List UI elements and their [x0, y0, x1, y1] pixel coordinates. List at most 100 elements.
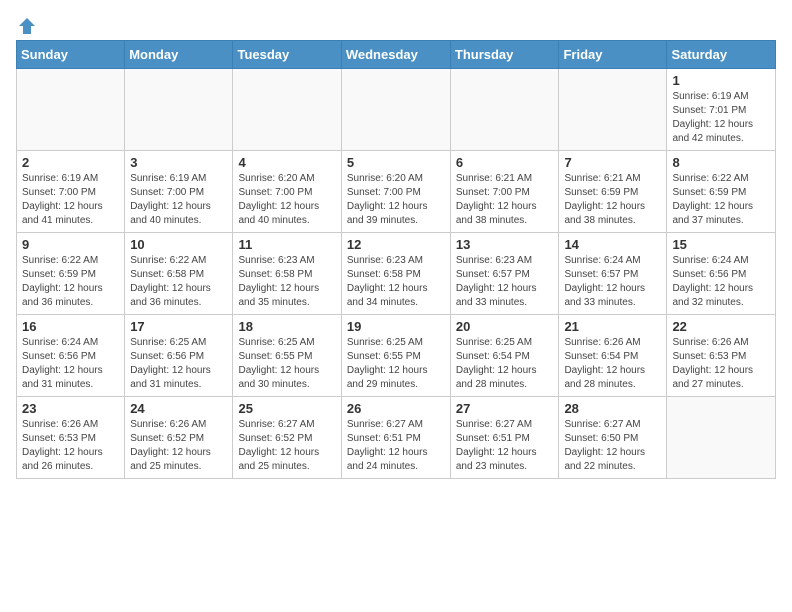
day-info: Sunrise: 6:19 AMSunset: 7:00 PMDaylight:…	[22, 172, 119, 228]
day-info-line: Sunrise: 6:27 AM	[347, 419, 423, 430]
day-info: Sunrise: 6:26 AM Sunset: 6:53 PM Daylight:…	[672, 336, 770, 392]
day-number: 8	[672, 155, 770, 170]
day-info-line: Sunset: 6:57 PM	[456, 269, 530, 280]
day-info: Sunrise: 6:23 AM Sunset: 6:57 PM Daylight:…	[456, 254, 554, 310]
day-info-line: Sunrise: 6:23 AM	[347, 255, 423, 266]
day-number: 18	[238, 319, 335, 334]
day-info-line: Sunset: 6:59 PM	[22, 269, 96, 280]
day-info-line: Daylight: 12 hours and 37 minutes.	[672, 201, 753, 226]
day-info-line: Sunset: 6:53 PM	[672, 351, 746, 362]
day-info-line: Daylight: 12 hours and 27 minutes.	[672, 365, 753, 390]
calendar-empty-cell	[17, 69, 125, 151]
day-number: 28	[564, 401, 661, 416]
day-info-line: Sunset: 6:58 PM	[347, 269, 421, 280]
day-info-line: Daylight: 12 hours and 38 minutes.	[564, 201, 645, 226]
day-info-line: Sunset: 7:00 PM	[347, 187, 421, 198]
day-info: Sunrise: 6:27 AMSunset: 6:52 PMDaylight:…	[238, 418, 335, 474]
calendar-day-12: 12 Sunrise: 6:23 AM Sunset: 6:58 PM Dayligh…	[341, 233, 450, 315]
day-number: 9	[22, 237, 119, 252]
day-info-line: Sunrise: 6:19 AM	[130, 173, 206, 184]
day-info-line: Sunset: 6:55 PM	[347, 351, 421, 362]
day-number: 19	[347, 319, 445, 334]
day-info-line: Daylight: 12 hours and 32 minutes.	[672, 283, 753, 308]
calendar-day-24: 24 Sunrise: 6:26 AMSunset: 6:52 PMDayligh…	[125, 397, 233, 479]
calendar-empty-cell	[667, 397, 776, 479]
day-info-line: Sunset: 6:50 PM	[564, 433, 638, 444]
day-number: 24	[130, 401, 227, 416]
day-info-line: Daylight: 12 hours and 23 minutes.	[456, 447, 537, 472]
day-info-line: Daylight: 12 hours and 36 minutes.	[22, 283, 103, 308]
page-header	[16, 16, 776, 32]
calendar-day-18: 18Sunrise: 6:25 AMSunset: 6:55 PMDayligh…	[233, 315, 341, 397]
day-info-line: Sunrise: 6:25 AM	[456, 337, 532, 348]
calendar-day-20: 20Sunrise: 6:25 AMSunset: 6:54 PMDayligh…	[450, 315, 559, 397]
day-number: 21	[564, 319, 661, 334]
day-info: Sunrise: 6:25 AMSunset: 6:56 PMDaylight:…	[130, 336, 227, 392]
day-info-line: Sunrise: 6:23 AM	[456, 255, 532, 266]
day-info-line: Daylight: 12 hours and 28 minutes.	[564, 365, 645, 390]
day-info: Sunrise: 6:26 AMSunset: 6:54 PMDaylight:…	[564, 336, 661, 392]
calendar-day-2: 2 Sunrise: 6:19 AMSunset: 7:00 PMDaylight…	[17, 151, 125, 233]
calendar-day-28: 28Sunrise: 6:27 AMSunset: 6:50 PMDayligh…	[559, 397, 667, 479]
day-number: 26	[347, 401, 445, 416]
calendar-empty-cell	[233, 69, 341, 151]
day-info-line: Sunrise: 6:27 AM	[238, 419, 314, 430]
calendar-day-22: 22Sunrise: 6:26 AMSunset: 6:53 PMDayligh…	[667, 315, 776, 397]
day-info-line: Daylight: 12 hours and 34 minutes.	[347, 283, 428, 308]
day-info-line: Sunrise: 6:26 AM	[672, 337, 748, 348]
day-number: 15	[672, 237, 770, 252]
calendar-week-row: 9 Sunrise: 6:22 AM Sunset: 6:59 PM Daylight…	[17, 233, 776, 315]
day-info: Sunrise: 6:22 AMSunset: 6:59 PMDaylight:…	[672, 172, 770, 228]
day-info-line: Sunset: 6:56 PM	[130, 351, 204, 362]
day-info-line: Daylight: 12 hours and 38 minutes.	[456, 201, 537, 226]
col-header-friday: Friday	[559, 41, 667, 69]
day-number: 2	[22, 155, 119, 170]
day-info-line: Sunrise: 6:27 AM	[564, 419, 640, 430]
day-number: 4	[238, 155, 335, 170]
day-info-line: Daylight: 12 hours and 25 minutes.	[238, 447, 319, 472]
calendar-header-row: SundayMondayTuesdayWednesdayThursdayFrid…	[17, 41, 776, 69]
day-info: Sunrise: 6:27 AMSunset: 6:51 PMDaylight:…	[347, 418, 445, 474]
calendar-day-1: 1 Sunrise: 6:19 AMSunset: 7:01 PMDaylight…	[667, 69, 776, 151]
day-info-line: Sunrise: 6:20 AM	[347, 173, 423, 184]
day-info: Sunrise: 6:20 AMSunset: 7:00 PMDaylight:…	[347, 172, 445, 228]
day-info-line: Daylight: 12 hours and 30 minutes.	[238, 365, 319, 390]
day-info-line: Sunset: 6:59 PM	[564, 187, 638, 198]
day-info: Sunrise: 6:25 AMSunset: 6:55 PMDaylight:…	[347, 336, 445, 392]
day-info-line: Sunrise: 6:22 AM	[22, 255, 98, 266]
day-info: Sunrise: 6:26 AMSunset: 6:52 PMDaylight:…	[130, 418, 227, 474]
day-info-line: Sunset: 6:54 PM	[456, 351, 530, 362]
day-info: Sunrise: 6:24 AMSunset: 6:57 PMDaylight:…	[564, 254, 661, 310]
day-info-line: Sunrise: 6:26 AM	[130, 419, 206, 430]
col-header-sunday: Sunday	[17, 41, 125, 69]
day-info-line: Daylight: 12 hours and 25 minutes.	[130, 447, 211, 472]
day-info-line: Daylight: 12 hours and 33 minutes.	[456, 283, 537, 308]
calendar-day-7: 7Sunrise: 6:21 AMSunset: 6:59 PMDaylight…	[559, 151, 667, 233]
day-info: Sunrise: 6:27 AMSunset: 6:51 PMDaylight:…	[456, 418, 554, 474]
calendar-day-21: 21 Sunrise: 6:26 AMSunset: 6:54 PMDayligh…	[559, 315, 667, 397]
calendar-empty-cell	[559, 69, 667, 151]
calendar-empty-cell	[125, 69, 233, 151]
day-info-line: Sunrise: 6:23 AM	[238, 255, 314, 266]
day-info: Sunrise: 6:25 AMSunset: 6:54 PMDaylight:…	[456, 336, 554, 392]
day-number: 12	[347, 237, 445, 252]
day-number: 1	[672, 73, 770, 88]
day-number: 17	[130, 319, 227, 334]
day-info-line: Sunrise: 6:24 AM	[672, 255, 748, 266]
calendar-day-6: 6Sunrise: 6:21 AMSunset: 7:00 PMDaylight…	[450, 151, 559, 233]
day-info: Sunrise: 6:20 AMSunset: 7:00 PMDaylight:…	[238, 172, 335, 228]
day-info-line: Daylight: 12 hours and 33 minutes.	[564, 283, 645, 308]
calendar-day-23: 23Sunrise: 6:26 AMSunset: 6:53 PMDayligh…	[17, 397, 125, 479]
day-info-line: Daylight: 12 hours and 35 minutes.	[238, 283, 319, 308]
day-info-line: Sunset: 6:59 PM	[672, 187, 746, 198]
col-header-monday: Monday	[125, 41, 233, 69]
day-info-line: Sunset: 6:56 PM	[22, 351, 96, 362]
day-number: 23	[22, 401, 119, 416]
day-info: Sunrise: 6:27 AMSunset: 6:50 PMDaylight:…	[564, 418, 661, 474]
day-info: Sunrise: 6:19 AMSunset: 7:01 PMDaylight:…	[672, 90, 770, 146]
day-number: 25	[238, 401, 335, 416]
day-info-line: Sunrise: 6:21 AM	[456, 173, 532, 184]
day-info-line: Daylight: 12 hours and 26 minutes.	[22, 447, 103, 472]
day-info-line: Sunset: 6:54 PM	[564, 351, 638, 362]
calendar-day-15: 15Sunrise: 6:24 AMSunset: 6:56 PMDayligh…	[667, 233, 776, 315]
